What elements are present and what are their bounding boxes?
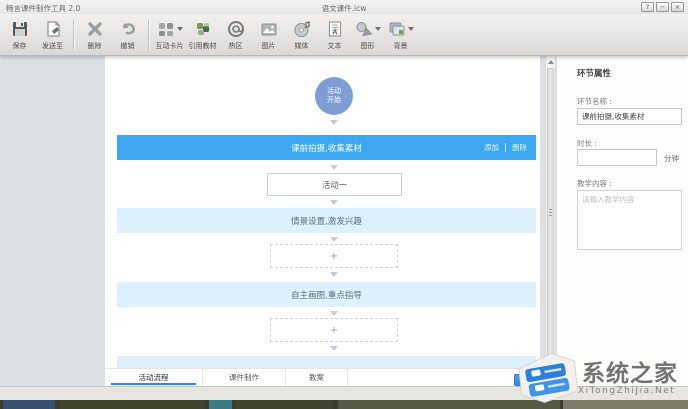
desktop-taskbar [0,400,688,409]
add-activity-placeholder[interactable]: + [270,244,398,268]
taskbar-item[interactable] [3,400,55,409]
bottom-tab-bar: 活动流程 课件制作 教案 [105,368,556,386]
image-button[interactable]: 图片 [252,16,285,54]
taskbar-tray[interactable] [563,400,688,409]
bottom-primary-button[interactable] [514,374,546,386]
text-button[interactable]: 文本 [318,16,351,54]
help-button[interactable]: ? [641,2,654,12]
text-document-icon [326,20,344,38]
add-activity-placeholder[interactable]: + [270,318,398,342]
toolbar-separator [148,19,149,50]
stage-actions: 添加 删除 [484,135,527,160]
flow-canvas: 活动 开始 课前拍摄,收集素材 添加 删除 活动一 情景设置,激发兴趣 + 自主 [105,56,540,381]
taskbar-item[interactable] [209,400,232,409]
duration-input[interactable] [577,149,657,166]
delete-button[interactable]: 删除 [78,16,111,54]
flow-start-node[interactable]: 活动 开始 [315,77,353,115]
scroll-down-icon[interactable] [548,392,554,396]
hotzone-at-icon [227,20,245,38]
background-button[interactable]: 背景 [384,16,417,54]
minimize-button[interactable]: − [656,2,669,12]
save-button[interactable]: 保存 [3,16,36,54]
panel-title: 环节属性 [577,69,612,79]
send-to-button[interactable]: 发送至 [36,16,69,54]
scrollbar-thumb[interactable] [547,68,554,368]
background-layers-icon [388,20,406,38]
properties-panel: 环节属性 环节名称 : 时长 : 分钟 教学内容 : [557,56,688,386]
tab-activity-flow[interactable]: 活动流程 [105,369,203,386]
send-document-icon [44,20,62,38]
scroll-up-icon[interactable] [548,60,554,64]
tab-courseware-making[interactable]: 课件制作 [203,369,286,386]
cite-textbook-button[interactable]: 引用教材 [186,16,219,54]
main-toolbar: 保存 发送至 删除 撤销 互动卡片 引用教材 热区 图片 媒体 文本 图形 背景 [0,14,688,56]
duration-unit: 分钟 [664,154,679,163]
courseware-editor-window: 畅言课件制作工具 2.0 语文课件.icw ? − × 保存 发送至 删除 撤销… [0,0,688,409]
stage-delete-link[interactable]: 删除 [512,142,527,153]
scrollbar-grip-icon [549,209,552,216]
vertical-scrollbar[interactable] [545,56,556,400]
media-button[interactable]: 媒体 [285,16,318,54]
stage-name-label: 环节名称 : [577,97,612,106]
document-title: 语文课件.icw [321,4,367,13]
flow-arrow-icon [330,120,338,125]
activity-node[interactable]: 活动一 [267,173,402,196]
undo-button[interactable]: 撤销 [111,16,144,54]
taskbar-item[interactable] [236,400,334,409]
delete-x-icon [86,20,104,38]
teaching-content-textarea[interactable] [577,190,682,250]
stage-bar-selected[interactable]: 课前拍摄,收集素材 添加 删除 [117,135,536,160]
teaching-content-label: 教学内容 : [577,179,612,188]
stage-add-link[interactable]: 添加 [484,142,499,153]
floppy-icon [11,20,29,38]
toolbar-separator [73,19,74,50]
taskbar-item[interactable] [60,400,205,409]
interactive-card-button[interactable]: 互动卡片 [153,16,186,54]
flow-arrow-icon [330,346,338,351]
image-icon [260,20,278,38]
cards-grid-icon [157,20,175,38]
stage-bar[interactable]: 情景设置,激发兴趣 [117,208,536,233]
textbook-grid-icon [194,20,212,38]
flow-arrow-icon [330,272,338,277]
shapes-icon [355,20,373,38]
close-button[interactable]: × [671,2,684,12]
media-disc-icon [293,20,311,38]
dropdown-caret-icon [407,27,414,31]
flow-arrow-icon [330,200,338,205]
divider [505,143,506,152]
flow-arrow-icon [330,237,338,242]
duration-label: 时长 : [577,139,597,148]
tab-lesson-plan[interactable]: 教案 [286,369,348,386]
window-controls: ? − × [641,2,684,12]
dropdown-caret-icon [176,27,183,31]
taskbar-item[interactable] [338,400,560,409]
flow-arrow-icon [330,165,338,170]
title-bar: 畅言课件制作工具 2.0 语文课件.icw ? − × [0,0,688,14]
hotzone-button[interactable]: 热区 [219,16,252,54]
dropdown-caret-icon [374,27,381,31]
stage-name-input[interactable] [577,108,682,125]
status-strip [0,386,688,400]
flow-arrow-icon [330,311,338,316]
undo-arrow-icon [119,20,137,38]
stage-bar[interactable]: 自主画图,重点指导 [117,282,536,307]
shapes-button[interactable]: 图形 [351,16,384,54]
